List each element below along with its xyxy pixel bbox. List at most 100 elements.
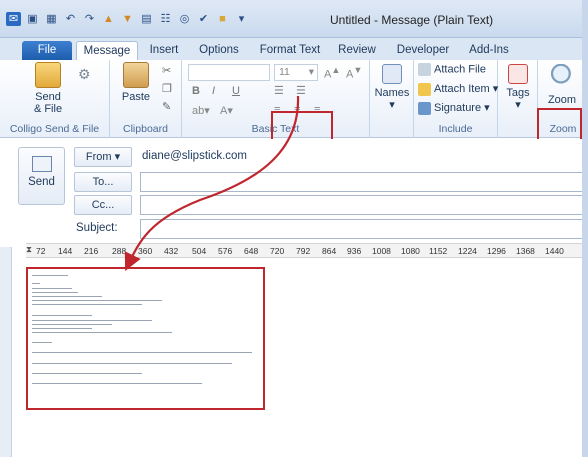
copy-icon[interactable]: ❐	[162, 82, 172, 95]
ruler-mark: 936	[347, 246, 362, 256]
title-bar: ✉ ▣ ▦ ↶ ↷ ▲ ▼ ▤ ☷ ◎ ✔ ■ ▾ Untitled - Mes…	[0, 0, 588, 38]
font-size-box[interactable]: 11 ▾	[274, 64, 318, 81]
save-icon[interactable]: ▣	[25, 12, 40, 26]
preview-line	[32, 320, 152, 321]
font-name-box[interactable]	[188, 64, 270, 81]
save-as-icon[interactable]: ▦	[44, 12, 59, 26]
ruler-mark: 216	[84, 246, 99, 256]
down-arrow-icon[interactable]: ▼	[120, 12, 135, 26]
ruler-mark: 288	[112, 246, 127, 256]
tab-format-text[interactable]: Format Text	[256, 41, 324, 60]
up-arrow-icon[interactable]: ▲	[101, 12, 116, 26]
paperclip-icon	[418, 63, 431, 76]
highlight-icon[interactable]: ab▾	[192, 104, 210, 117]
ruler-mark: 432	[164, 246, 179, 256]
italic-button[interactable]: I	[212, 85, 215, 97]
ruler-mark: 1440	[545, 246, 564, 256]
preview-line	[32, 275, 68, 276]
send-button[interactable]: Send	[18, 147, 65, 205]
font-color-icon[interactable]: A▾	[220, 104, 233, 117]
send-envelope-icon	[31, 156, 52, 172]
to-button[interactable]: To...	[74, 172, 132, 192]
window-title: Untitled - Message (Plain Text)	[330, 13, 494, 27]
shrink-font-icon[interactable]: A▼	[346, 65, 362, 81]
customize-qat-icon[interactable]: ▾	[234, 12, 249, 26]
ruler-mark: 648	[244, 246, 259, 256]
envelope-icon	[418, 82, 431, 96]
ruler-mark: 1296	[487, 246, 506, 256]
tab-message[interactable]: Message	[76, 41, 138, 60]
tags-button[interactable]: Tags ▾	[502, 64, 534, 111]
circle-icon[interactable]: ◎	[177, 12, 192, 26]
preview-line	[32, 283, 40, 284]
ruler-mark: 1224	[458, 246, 477, 256]
preview-line	[32, 383, 202, 384]
from-button[interactable]: From ▾	[74, 147, 132, 167]
bold-button[interactable]: B	[192, 85, 200, 97]
to-field[interactable]	[140, 172, 588, 192]
from-label: From	[85, 151, 112, 163]
compose-header: Send From ▾ diane@slipstick.com To... Cc…	[0, 139, 588, 247]
zoom-button[interactable]: Zoom	[542, 64, 582, 106]
tags-label: Tags	[506, 87, 530, 99]
tab-add-ins[interactable]: Add-Ins	[464, 41, 514, 60]
ruler-mark: 576	[218, 246, 233, 256]
ruler: ⧗ 72 144 216 288 360 432 504 576 648 720…	[26, 243, 588, 258]
underline-button[interactable]: U	[232, 85, 240, 97]
zoom-label: Zoom	[547, 94, 577, 106]
ruler-mark: 1368	[516, 246, 535, 256]
spell-check-icon[interactable]: ✔	[196, 12, 211, 26]
redo-icon[interactable]: ↷	[82, 12, 97, 26]
ruler-mark: 360	[138, 246, 153, 256]
signature-button[interactable]: Signature ▾	[418, 101, 490, 115]
tab-insert[interactable]: Insert	[142, 41, 186, 60]
paste-label: Paste	[121, 91, 151, 103]
subject-field[interactable]	[140, 219, 588, 239]
numbering-icon[interactable]: ☰	[296, 84, 306, 97]
group-clipboard: Paste ✂ ❐ ✎ Clipboard	[110, 60, 182, 138]
tab-review[interactable]: Review	[334, 41, 380, 60]
gear-icon[interactable]: ⚙	[78, 66, 91, 83]
ruler-indent-marker[interactable]: ⧗	[26, 244, 32, 255]
preview-line	[32, 292, 78, 293]
tab-options[interactable]: Options	[194, 41, 244, 60]
group-tags: Tags ▾	[498, 60, 538, 138]
cc-button[interactable]: Cc...	[74, 195, 132, 215]
card-icon[interactable]: ▤	[139, 12, 154, 26]
bullets-icon[interactable]: ☰	[274, 84, 284, 97]
tab-developer[interactable]: Developer	[392, 41, 454, 60]
group-include: Attach File Attach Item ▾ Signature ▾ In…	[414, 60, 498, 138]
attach-file-button[interactable]: Attach File	[418, 63, 486, 76]
grow-font-icon[interactable]: A▲	[324, 65, 340, 81]
attach-item-label: Attach Item	[434, 83, 490, 95]
ruler-mark: 1008	[372, 246, 391, 256]
preview-line	[32, 304, 142, 305]
paste-button[interactable]: Paste	[116, 62, 156, 103]
send-label: Send	[28, 176, 55, 188]
folder-arrow-icon	[35, 62, 61, 88]
preview-line	[32, 373, 142, 374]
subject-label: Subject:	[76, 222, 118, 234]
send-file-button[interactable]: Send & File	[20, 62, 76, 115]
preview-line	[32, 352, 252, 353]
send-file-label: Send & File	[33, 91, 63, 115]
address-icon[interactable]: ☷	[158, 12, 173, 26]
chevron-down-icon: ▾	[389, 99, 395, 111]
preview-line	[32, 296, 102, 297]
folder-icon[interactable]: ■	[215, 12, 230, 26]
preview-line	[32, 342, 52, 343]
attach-item-button[interactable]: Attach Item ▾	[418, 82, 498, 96]
attach-file-label: Attach File	[434, 63, 486, 76]
format-painter-icon[interactable]: ✎	[162, 100, 171, 113]
cc-field[interactable]	[140, 195, 588, 215]
tab-file[interactable]: File	[22, 41, 72, 60]
names-button[interactable]: Names ▾	[374, 64, 410, 111]
ruler-mark: 1080	[401, 246, 420, 256]
undo-icon[interactable]: ↶	[63, 12, 78, 26]
group-colligo: Send & File ⚙ Colligo Send & File	[0, 60, 110, 138]
preview-line	[32, 315, 92, 316]
preview-line	[32, 328, 92, 329]
outlook-icon: ✉	[6, 12, 21, 26]
ruler-mark: 504	[192, 246, 207, 256]
cut-icon[interactable]: ✂	[162, 64, 171, 77]
